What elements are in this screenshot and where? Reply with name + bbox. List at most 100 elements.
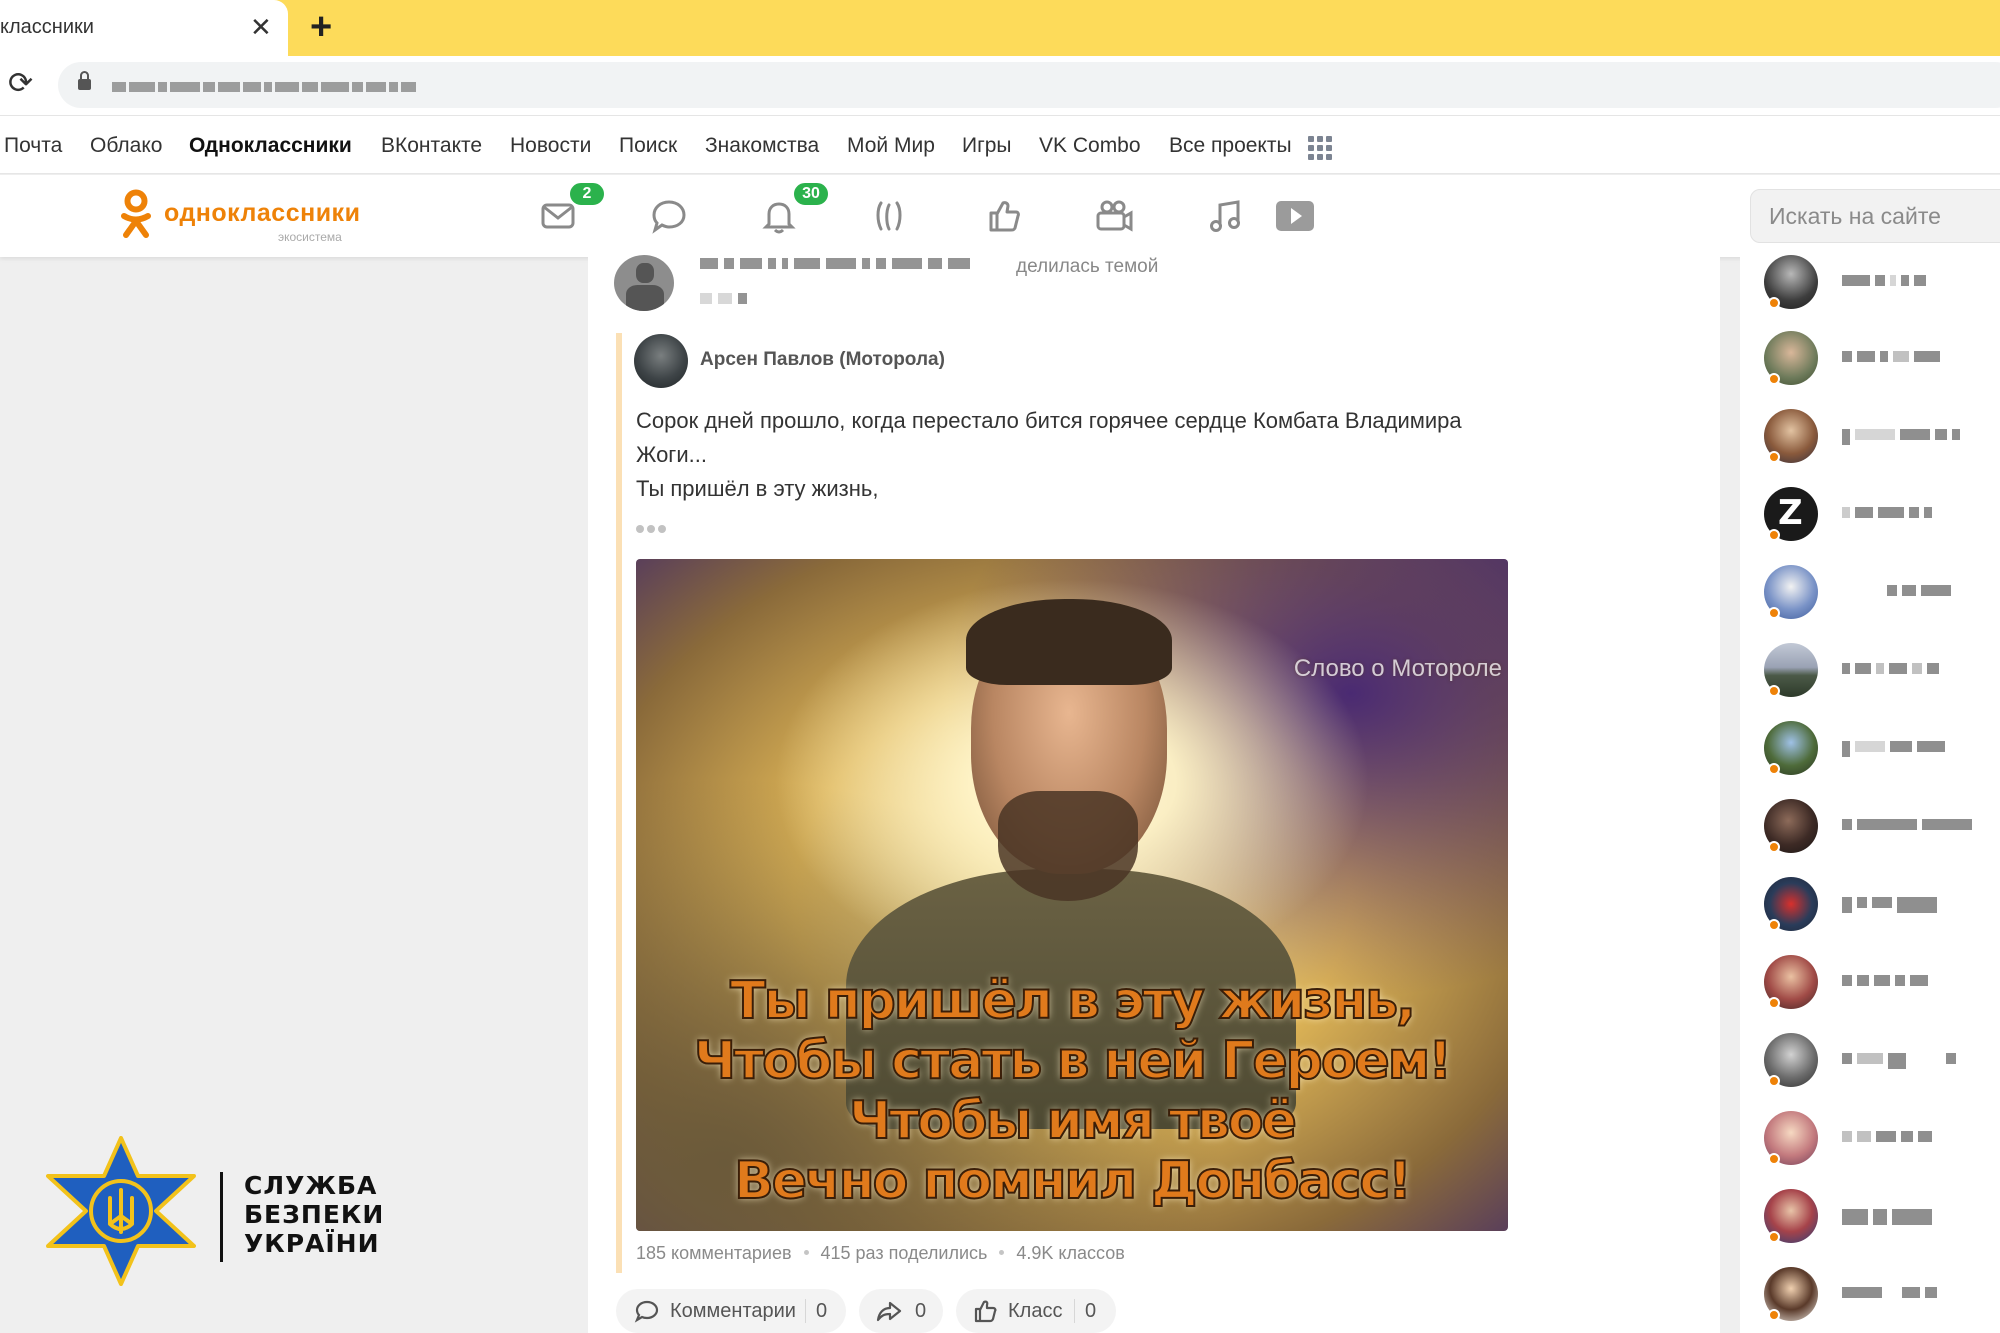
separator-dot [999,1250,1005,1256]
friend-item[interactable] [1764,331,2000,391]
guests-icon[interactable] [868,195,910,237]
friend-item[interactable]: Z [1764,487,2000,547]
redacted-name [1842,507,1937,519]
online-indicator [1768,1231,1780,1243]
more-icon[interactable] [636,520,669,538]
friend-item[interactable] [1764,255,2000,315]
share-button-count: 0 [915,1300,927,1322]
friend-item[interactable] [1764,1189,2000,1249]
messages-icon[interactable]: 2 [538,181,606,237]
tab-title: классники [0,16,94,38]
ok-logo[interactable]: одноклассники экосистема [118,189,398,245]
sbu-divider [220,1172,223,1262]
friend-item[interactable] [1764,955,2000,1015]
site-search-input[interactable] [1769,200,2000,232]
notifications-badge: 30 [792,181,830,207]
project-link-ok[interactable]: Одноклассники [189,134,352,158]
project-link-all[interactable]: Все проекты [1169,134,1292,158]
redacted-name [1842,819,1977,831]
redacted-name [1842,663,1944,675]
online-indicator [1768,1153,1780,1165]
image-caption-line: Чтобы имя твоё [848,1090,1298,1152]
friend-item[interactable] [1764,721,2000,781]
image-caption-line: Чтобы стать в ней Героем! [693,1030,1453,1092]
redacted-name [1842,429,1965,445]
ok-header: одноклассники экосистема 2 30 [0,175,2000,257]
friend-item[interactable] [1764,565,2000,625]
post-text-line: Ты пришёл в эту жизнь, [636,476,879,501]
sbu-title-line: СЛУЖБА [244,1171,378,1200]
video-play-icon[interactable] [1272,195,1314,237]
project-link-vk[interactable]: ВКонтакте [381,134,482,158]
ok-logo-icon [121,189,151,238]
discussions-icon[interactable] [648,195,690,237]
friend-item[interactable] [1764,1267,2000,1327]
project-link-oblako[interactable]: Облако [90,134,162,158]
reload-icon[interactable]: ⟳ [8,66,33,101]
redacted-name [1842,897,1942,913]
post-text-line: Жоги... [636,442,707,467]
browser-tab[interactable]: классники ✕ [0,0,288,56]
browser-tabstrip: классники ✕ + [0,0,2000,56]
online-indicator [1768,607,1780,619]
apps-grid-icon[interactable] [1308,136,1332,160]
redacted-url [112,79,419,92]
new-tab-button[interactable]: + [310,6,332,49]
online-indicator [1768,997,1780,1009]
like-icon [974,1300,997,1323]
avatar[interactable] [614,255,674,311]
comments-count[interactable]: 185 комментариев [636,1243,792,1263]
comment-icon [634,1300,659,1323]
close-icon[interactable]: ✕ [250,12,272,43]
online-indicator [1768,297,1780,309]
post-image[interactable]: Слово о Моторолe Ты пришёл в эту жизнь, … [636,559,1508,1231]
online-indicator [1768,919,1780,931]
share-button[interactable]: 0 [859,1289,943,1333]
friend-item[interactable] [1764,1111,2000,1171]
project-link-games[interactable]: Игры [962,134,1012,158]
sbu-watermark: СЛУЖБА БЕЗПЕКИ УКРАЇНИ [46,1136,406,1288]
redacted-name [1842,351,1945,363]
site-search[interactable] [1750,189,2000,243]
friend-item[interactable] [1764,1033,2000,1093]
redacted-name [1842,1287,1942,1299]
shared-topic-label: делилась темой [1016,256,1159,277]
redacted-username [700,258,976,270]
online-indicator [1768,685,1780,697]
post-text: Сорок дней прошло, когда перестало бится… [636,404,1516,506]
avatar[interactable] [634,334,688,388]
shared-post-border [616,333,622,1273]
friend-item[interactable] [1764,799,2000,859]
screenshot-root: классники ✕ + ⟳ Почта Облако Одноклассни… [0,0,2000,1333]
image-caption: Ты пришёл в эту жизнь, Чтобы стать в ней… [636,970,1508,1212]
project-link-search[interactable]: Поиск [619,134,677,158]
image-caption-line: Вечно помнил Донбасс! [733,1150,1413,1212]
friend-item[interactable] [1764,877,2000,937]
likes-count[interactable]: 4.9K классов [1016,1243,1124,1263]
project-link-moimir[interactable]: Мой Мир [847,134,935,158]
online-indicator [1768,373,1780,385]
events-like-icon[interactable] [983,195,1025,237]
comments-button[interactable]: Комментарии 0 [616,1289,846,1333]
comments-button-label: Комментарии [670,1300,796,1322]
friend-item[interactable] [1764,409,2000,469]
redacted-name [1842,585,1956,597]
shares-count[interactable]: 415 раз поделились [821,1243,988,1263]
project-link-dating[interactable]: Знакомства [705,134,819,158]
like-button-label: Класс [1008,1300,1063,1322]
music-icon[interactable] [1205,195,1247,237]
project-link-vkcombo[interactable]: VK Combo [1039,134,1141,158]
project-link-news[interactable]: Новости [510,134,591,158]
separator-dot [803,1250,809,1256]
project-link-pochta[interactable]: Почта [4,134,62,158]
notifications-icon[interactable]: 30 [758,181,830,237]
online-indicator [1768,841,1780,853]
like-button[interactable]: Класс 0 [956,1289,1116,1333]
post-author-name[interactable]: Арсен Павлов (Моторола) [700,349,945,371]
address-bar[interactable] [58,62,2000,108]
video-camera-icon[interactable] [1093,195,1135,237]
friend-item[interactable] [1764,643,2000,703]
redacted-name [1842,741,1950,757]
lock-icon[interactable] [78,71,91,92]
messages-badge: 2 [568,181,606,207]
